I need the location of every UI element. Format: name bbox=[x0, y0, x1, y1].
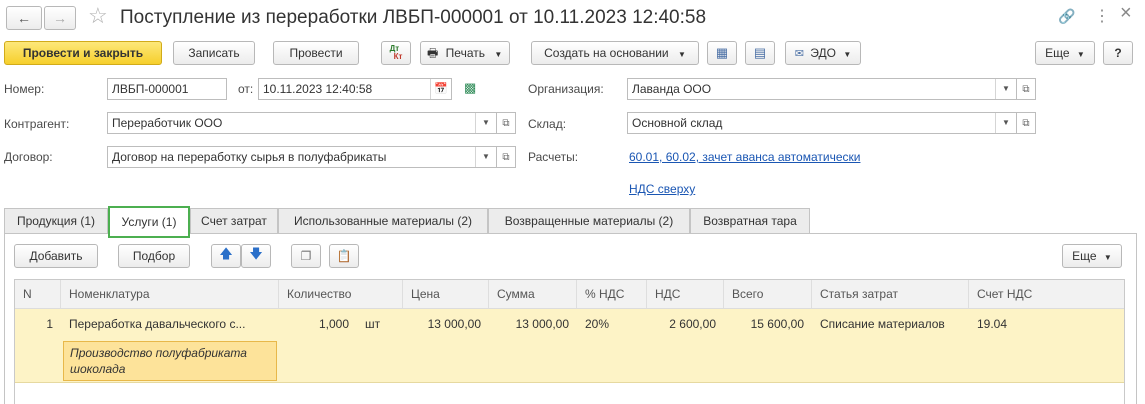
warehouse-field[interactable]: Основной склад ▼ bbox=[627, 112, 1017, 134]
open-contract-button[interactable]: ⧉ bbox=[496, 146, 516, 168]
col-header-vat-rate[interactable]: % НДС bbox=[577, 280, 647, 308]
tab-returnable-packaging[interactable]: Возвратная тара bbox=[690, 208, 810, 234]
cell-vat[interactable]: 2 600,00 bbox=[647, 310, 724, 338]
open-contractor-button[interactable]: ⧉ bbox=[496, 112, 516, 134]
more-button[interactable]: Еще ▼ bbox=[1035, 41, 1095, 65]
col-header-total[interactable]: Всего bbox=[724, 280, 812, 308]
tab-returned-materials[interactable]: Возвращенные материалы (2) bbox=[488, 208, 690, 234]
chevron-down-icon: ▼ bbox=[843, 50, 852, 59]
print-button[interactable]: 🖶 Печать ▼ bbox=[420, 41, 510, 65]
col-header-vat[interactable]: НДС bbox=[647, 280, 724, 308]
open-warehouse-button[interactable]: ⧉ bbox=[1016, 112, 1036, 134]
chevron-down-icon: ▼ bbox=[1076, 50, 1085, 59]
title-bar: ← → ☆ Поступление из переработки ЛВБП-00… bbox=[0, 0, 1145, 36]
arrow-right-icon: → bbox=[53, 10, 67, 26]
pick-button[interactable]: Подбор bbox=[118, 244, 190, 268]
number-field[interactable]: ЛВБП-000001 bbox=[107, 78, 227, 100]
cell-vat-rate[interactable]: 20% bbox=[577, 310, 647, 338]
move-up-button[interactable]: 🡅 bbox=[211, 244, 241, 268]
chevron-down-icon[interactable]: ▼ bbox=[995, 79, 1016, 99]
contract-label: Договор: bbox=[4, 150, 53, 164]
cell-unit[interactable]: шт bbox=[357, 310, 403, 338]
settlements-link[interactable]: 60.01, 60.02, зачет аванса автоматически bbox=[629, 149, 860, 165]
copy-button[interactable]: ❐ bbox=[291, 244, 321, 268]
chevron-down-icon[interactable]: ▼ bbox=[475, 113, 496, 133]
settlements-label: Расчеты: bbox=[528, 150, 579, 164]
close-icon[interactable]: × bbox=[1120, 2, 1132, 25]
status-icon[interactable]: ▩ bbox=[464, 80, 476, 96]
date-field[interactable]: 10.11.2023 12:40:58 📅 bbox=[258, 78, 452, 100]
tab-products[interactable]: Продукция (1) bbox=[4, 208, 108, 234]
create-based-on-button[interactable]: Создать на основании ▼ bbox=[531, 41, 699, 65]
organization-label: Организация: bbox=[528, 82, 604, 96]
save-button[interactable]: Записать bbox=[173, 41, 255, 65]
link-icon[interactable]: 🔗 bbox=[1058, 8, 1075, 25]
move-down-button[interactable]: 🡇 bbox=[241, 244, 271, 268]
contract-field[interactable]: Договор на переработку сырья в полуфабри… bbox=[107, 146, 497, 168]
chevron-down-icon: ▼ bbox=[494, 50, 503, 59]
list-button[interactable]: ▤ bbox=[745, 41, 775, 65]
star-icon[interactable]: ☆ bbox=[88, 4, 108, 28]
post-button[interactable]: Провести bbox=[273, 41, 359, 65]
arrow-down-icon: 🡇 bbox=[249, 246, 263, 261]
add-button[interactable]: Добавить bbox=[14, 244, 98, 268]
calendar-icon[interactable]: 📅 bbox=[430, 79, 451, 99]
open-icon: ⧉ bbox=[1022, 117, 1030, 129]
open-organization-button[interactable]: ⧉ bbox=[1016, 78, 1036, 100]
chevron-down-icon: ▼ bbox=[1103, 253, 1112, 262]
cell-cost-item[interactable]: Списание материалов bbox=[812, 310, 969, 338]
chevron-down-icon[interactable]: ▼ bbox=[995, 113, 1016, 133]
cell-price[interactable]: 13 000,00 bbox=[403, 310, 489, 338]
window-title: Поступление из переработки ЛВБП-000001 о… bbox=[120, 7, 707, 28]
col-header-cost-item[interactable]: Статья затрат bbox=[812, 280, 969, 308]
cell-vat-account[interactable]: 19.04 bbox=[969, 310, 1124, 338]
col-header-n[interactable]: N bbox=[15, 280, 61, 308]
hierarchy-icon: ▦ bbox=[715, 45, 729, 60]
tab-used-materials[interactable]: Использованные материалы (2) bbox=[278, 208, 488, 234]
structure-button[interactable]: ▦ bbox=[707, 41, 737, 65]
cell-nomenclature[interactable]: Переработка давальческого с... bbox=[61, 310, 279, 338]
warehouse-label: Склад: bbox=[528, 117, 567, 131]
printer-icon: 🖶 bbox=[427, 46, 439, 60]
tab-cost-account[interactable]: Счет затрат bbox=[190, 208, 278, 234]
arrow-left-icon: ← bbox=[17, 10, 31, 26]
paste-icon: 📋 bbox=[336, 249, 352, 263]
contractor-label: Контрагент: bbox=[4, 117, 70, 131]
forward-button[interactable]: → bbox=[44, 6, 76, 30]
contractor-field[interactable]: Переработчик ООО ▼ bbox=[107, 112, 497, 134]
edo-button[interactable]: ✉ ЭДО ▼ bbox=[785, 41, 861, 65]
open-icon: ⧉ bbox=[1022, 83, 1030, 95]
document-list-icon: ▤ bbox=[753, 45, 767, 60]
cell-quantity[interactable]: 1,000 bbox=[279, 310, 357, 338]
cell-sum[interactable]: 13 000,00 bbox=[489, 310, 577, 338]
more-vertical-icon[interactable]: ⋮ bbox=[1094, 6, 1110, 26]
col-header-vat-account[interactable]: Счет НДС bbox=[969, 280, 1124, 308]
cell-total[interactable]: 15 600,00 bbox=[724, 310, 812, 338]
col-header-nomenclature[interactable]: Номенклатура bbox=[61, 280, 279, 308]
edo-icon: ✉ bbox=[794, 48, 804, 60]
open-icon: ⧉ bbox=[502, 117, 510, 129]
from-label: от: bbox=[238, 82, 254, 96]
table-more-button[interactable]: Еще ▼ bbox=[1062, 244, 1122, 268]
col-header-quantity[interactable]: Количество bbox=[279, 280, 403, 308]
col-header-sum[interactable]: Сумма bbox=[489, 280, 577, 308]
cell-n: 1 bbox=[46, 317, 53, 331]
paste-button[interactable]: 📋 bbox=[329, 244, 359, 268]
help-button[interactable]: ? bbox=[1103, 41, 1133, 65]
open-icon: ⧉ bbox=[502, 151, 510, 163]
dtkt-button[interactable]: Дт Кт bbox=[381, 41, 411, 65]
number-label: Номер: bbox=[4, 82, 45, 96]
col-header-price[interactable]: Цена bbox=[403, 280, 489, 308]
arrow-up-icon: 🡅 bbox=[219, 246, 233, 261]
vat-on-top-link[interactable]: НДС сверху bbox=[629, 181, 695, 197]
post-and-close-button[interactable]: Провести и закрыть bbox=[4, 41, 162, 65]
back-button[interactable]: ← bbox=[6, 6, 42, 30]
organization-field[interactable]: Лаванда ООО ▼ bbox=[627, 78, 1017, 100]
chevron-down-icon[interactable]: ▼ bbox=[475, 147, 496, 167]
cell-content-field[interactable]: Производство полуфабриката шоколада bbox=[63, 341, 277, 381]
dtkt-icon: Дт Кт bbox=[389, 44, 403, 61]
chevron-down-icon: ▼ bbox=[677, 50, 686, 59]
copy-icon: ❐ bbox=[300, 249, 312, 263]
